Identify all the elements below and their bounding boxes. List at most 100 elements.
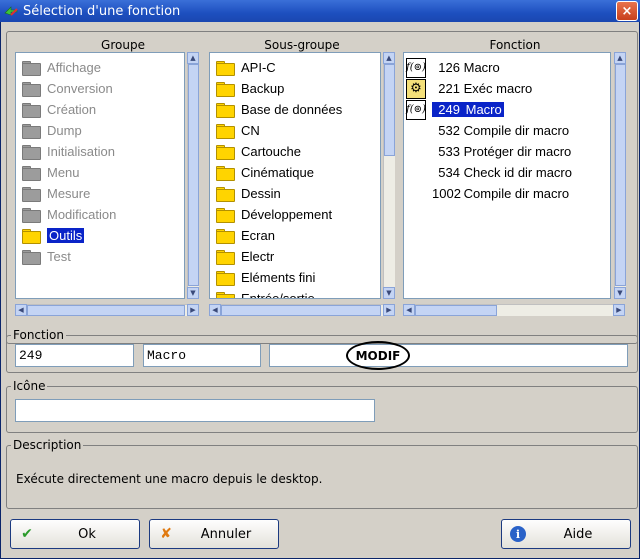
sous-groupe-item-label: API-C [241, 60, 276, 75]
fonction-vscroll[interactable]: ▲ ▼ [614, 52, 626, 299]
sous-groupe-item[interactable]: Eléments fini [210, 267, 380, 288]
sous-groupe-item[interactable]: Dessin [210, 183, 380, 204]
sous-groupe-item-label: Ecran [241, 228, 275, 243]
fonction-label: Check id dir macro [463, 165, 572, 180]
sous-groupe-item[interactable]: API-C [210, 57, 380, 78]
fonction-item[interactable]: 534 Check id dir macro [404, 162, 610, 183]
f-circle-icon: f(⊚) [406, 57, 426, 78]
groupe-item-label: Menu [47, 165, 80, 180]
sous-groupe-item[interactable]: CN [210, 120, 380, 141]
fonction-number: 126 [438, 60, 460, 75]
scroll-down-icon[interactable]: ▼ [614, 287, 626, 299]
fonction-number: 534 [438, 165, 460, 180]
fonction-number: 221 [438, 81, 460, 96]
folder-icon [22, 145, 41, 160]
ok-label: Ok [78, 526, 96, 542]
sous-groupe-vscroll[interactable]: ▲ ▼ [383, 52, 395, 299]
fonction-item-text: Protéger dir macro [460, 144, 572, 159]
scroll-left-icon[interactable]: ◀ [15, 304, 27, 316]
fonction-item[interactable]: f(⊚) 126 Macro [404, 57, 610, 78]
fonction-item[interactable]: ⚙ 221 Exéc macro [404, 78, 610, 99]
folder-icon [22, 166, 41, 181]
info-icon: i [510, 526, 526, 542]
fonction-item[interactable]: f(⊚) 249 Macro [404, 99, 610, 120]
fonction-tag-field[interactable]: MODIF [269, 341, 628, 370]
check-icon: ✔ [21, 526, 33, 542]
fonction-number-field[interactable]: 249 [15, 344, 134, 367]
groupe-item-label: Mesure [47, 186, 91, 201]
sous-groupe-item-label: Electr [241, 249, 275, 264]
scroll-thumb[interactable] [221, 305, 381, 316]
scroll-thumb[interactable] [415, 305, 497, 316]
scroll-right-icon[interactable]: ▶ [613, 304, 625, 316]
groupe-item[interactable]: Outils [16, 225, 184, 246]
fonction-item[interactable]: 532 Compile dir macro [404, 120, 610, 141]
folder-icon [216, 61, 235, 76]
groupe-item[interactable]: Test [16, 246, 184, 267]
sous-groupe-item-label: Cartouche [241, 144, 301, 159]
fonction-list[interactable]: f(⊚) 126 Macro ⚙ 221 Exéc macro f(⊚) 249 Macr… [403, 52, 611, 299]
folder-icon [216, 103, 235, 118]
icone-field[interactable] [15, 399, 375, 422]
fonction-hscroll[interactable]: ◀ ▶ [403, 304, 625, 316]
title-bar[interactable]: Sélection d'une fonction × [0, 0, 640, 22]
scroll-left-icon[interactable]: ◀ [209, 304, 221, 316]
aide-button[interactable]: i Aide [501, 519, 631, 549]
sous-groupe-item[interactable]: Cartouche [210, 141, 380, 162]
sous-groupe-item-label: CN [241, 123, 260, 138]
fonction-label: Macro [465, 102, 502, 117]
scroll-right-icon[interactable]: ▶ [383, 304, 395, 316]
groupe-vscroll[interactable]: ▲ ▼ [187, 52, 199, 299]
fonction-name-field[interactable]: Macro [143, 344, 261, 367]
sous-groupe-item[interactable]: Base de données [210, 99, 380, 120]
sous-groupe-header: Sous-groupe [264, 38, 340, 52]
groupe-list[interactable]: Affichage Conversion Création Dump Initialis… [15, 52, 185, 299]
sous-groupe-item[interactable]: Cinématique [210, 162, 380, 183]
close-button[interactable]: × [616, 1, 638, 21]
groupe-item[interactable]: Modification [16, 204, 184, 225]
folder-icon [216, 229, 235, 244]
fonction-item-text: Compile dir macro [460, 123, 569, 138]
scroll-up-icon[interactable]: ▲ [383, 52, 395, 64]
groupe-hscroll[interactable]: ◀ ▶ [15, 304, 199, 316]
fonction-number: 533 [438, 144, 460, 159]
sous-groupe-item[interactable]: Electr [210, 246, 380, 267]
folder-icon [216, 250, 235, 265]
scroll-down-icon[interactable]: ▼ [383, 287, 395, 299]
sous-groupe-item-label: Dessin [241, 186, 281, 201]
groupe-item[interactable]: Création [16, 99, 184, 120]
annuler-button[interactable]: ✘ Annuler [149, 519, 279, 549]
groupe-item[interactable]: Affichage [16, 57, 184, 78]
scroll-thumb[interactable] [384, 64, 395, 156]
description-text: Exécute directement une macro depuis le … [16, 472, 323, 486]
scroll-left-icon[interactable]: ◀ [403, 304, 415, 316]
scroll-thumb[interactable] [188, 64, 199, 286]
ok-button[interactable]: ✔ Ok [10, 519, 140, 549]
fonction-number: 249 [438, 102, 460, 117]
fonction-fieldset: Fonction 249 Macro MODIF [6, 328, 638, 373]
groupe-item[interactable]: Mesure [16, 183, 184, 204]
sous-groupe-list[interactable]: API-C Backup Base de données CN Cartouche Cin… [209, 52, 381, 299]
sous-groupe-item[interactable]: Backup [210, 78, 380, 99]
sous-groupe-item[interactable]: Développement [210, 204, 380, 225]
sous-groupe-item[interactable]: Entrée/sortie [210, 288, 380, 298]
sous-groupe-item[interactable]: Ecran [210, 225, 380, 246]
scroll-up-icon[interactable]: ▲ [187, 52, 199, 64]
scroll-thumb[interactable] [615, 64, 626, 286]
groupe-item-label: Outils [47, 228, 85, 243]
scroll-right-icon[interactable]: ▶ [187, 304, 199, 316]
scroll-up-icon[interactable]: ▲ [614, 52, 626, 64]
sous-groupe-hscroll[interactable]: ◀ ▶ [209, 304, 395, 316]
groupe-item[interactable]: Initialisation [16, 141, 184, 162]
fonction-item[interactable]: 1002 Compile dir macro [404, 183, 610, 204]
groupe-item[interactable]: Conversion [16, 78, 184, 99]
folder-icon [22, 187, 41, 202]
groupe-item[interactable]: Menu [16, 162, 184, 183]
fonction-item[interactable]: 533 Protéger dir macro [404, 141, 610, 162]
fonction-header: Fonction [489, 38, 541, 52]
groupe-item[interactable]: Dump [16, 120, 184, 141]
fonction-label: Protéger dir macro [463, 144, 572, 159]
scroll-down-icon[interactable]: ▼ [187, 287, 199, 299]
folder-icon [216, 124, 235, 139]
scroll-thumb[interactable] [27, 305, 185, 316]
